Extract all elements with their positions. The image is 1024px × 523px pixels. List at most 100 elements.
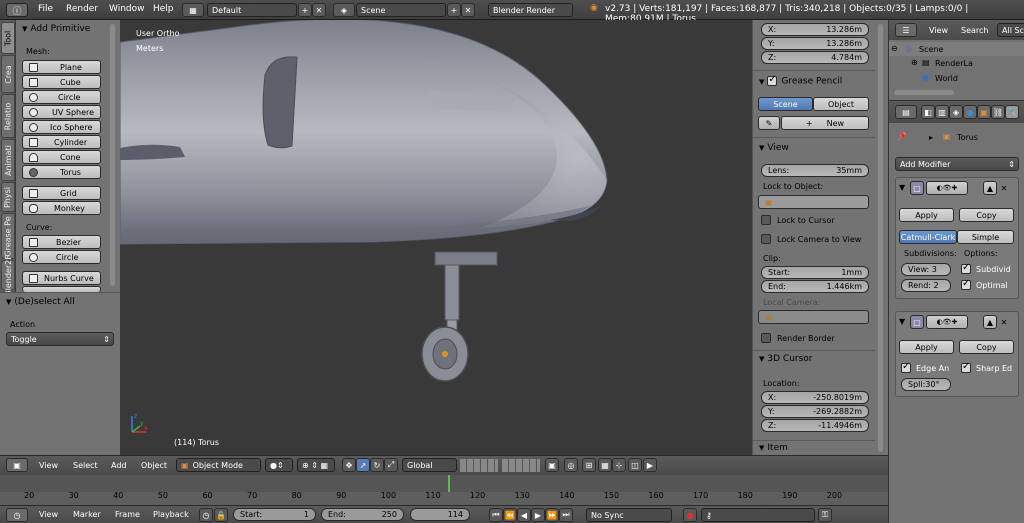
object-tab-icon[interactable]: ▣ [977, 105, 991, 119]
marker-menu[interactable]: Marker [73, 510, 101, 519]
catmull-clark-button[interactable]: Catmull-Clark [899, 230, 957, 244]
play-icon[interactable]: ▶ [531, 508, 545, 522]
outliner-display-select[interactable]: All Sc [997, 23, 1024, 37]
subsurf-name-field[interactable]: ◐👁✚ [926, 181, 968, 195]
select-menu[interactable]: Select [73, 461, 98, 470]
subsurf-copy-button[interactable]: Copy [959, 208, 1014, 222]
tab-physics[interactable]: Physi [1, 182, 15, 212]
preview-range-icon[interactable]: ◷ [199, 508, 213, 522]
manipulator-icon[interactable]: ✥ [342, 458, 356, 472]
keying-set-field[interactable]: ⚷ [701, 508, 815, 522]
remove-modifier-icon[interactable]: ✕ [997, 181, 1011, 195]
npanel-scrollbar[interactable] [878, 24, 883, 452]
menu-file[interactable]: File [38, 4, 53, 14]
rotate-icon[interactable]: ↻ [370, 458, 384, 472]
3d-cursor-header[interactable]: ▼ 3D Cursor [759, 354, 813, 364]
view-menu[interactable]: View [39, 461, 58, 470]
info-editor-icon[interactable]: ⓘ [6, 3, 28, 17]
split-angle-field[interactable]: Spli:30° [901, 378, 951, 391]
grease-scene-button[interactable]: Scene [758, 97, 813, 111]
toolshelf-scrollbar[interactable] [110, 24, 115, 286]
grease-object-button[interactable]: Object [813, 97, 869, 111]
add-primitive-header[interactable]: ▼ Add Primitive [22, 24, 90, 34]
scale-icon[interactable]: ⤢ [384, 458, 398, 472]
timeline[interactable]: 20 30 40 50 60 70 80 90 100 110 120 130 140 150 160 170… [0, 475, 888, 505]
render-border-checkbox[interactable] [761, 333, 771, 343]
outliner-scrollbar[interactable] [894, 90, 954, 95]
add-scene-icon[interactable]: + [447, 3, 461, 17]
simple-button[interactable]: Simple [957, 230, 1014, 244]
lock-object-field[interactable]: ▣ [758, 195, 869, 209]
timeline-editor-icon[interactable]: ◷ [6, 508, 28, 522]
scene-icon[interactable]: ◈ [333, 3, 355, 17]
close-scene-icon[interactable]: ✕ [461, 3, 475, 17]
add-grid-button[interactable]: Grid [22, 186, 101, 200]
subdiv-render-field[interactable]: Rend: 2 [901, 279, 951, 292]
edgesplit-move-icon[interactable]: ▲ [983, 315, 997, 329]
operator-header[interactable]: ▼ (De)select All [6, 297, 75, 307]
add-curve-circle-button[interactable]: Circle [22, 250, 101, 264]
tab-relations[interactable]: Relatio [1, 94, 15, 138]
transform-x-field[interactable]: X: 13.286m [761, 23, 869, 36]
item-header[interactable]: ▼ Item [759, 443, 788, 453]
lens-field[interactable]: Lens: 35mm [761, 164, 869, 177]
transform-z-field[interactable]: Z: 4.784m [761, 51, 869, 64]
cursor-x-field[interactable]: X: -250.8019m [761, 391, 869, 404]
sync-select[interactable]: No Sync [586, 508, 672, 522]
frame-menu[interactable]: Frame [115, 510, 140, 519]
proportional-edit-icon[interactable]: ◎ [564, 458, 578, 472]
layers-grid-2[interactable] [502, 459, 540, 472]
action-select[interactable]: Toggle [6, 332, 114, 346]
tab-grease-pencil[interactable]: Grease Pe [1, 213, 15, 259]
add-cylinder-button[interactable]: Cylinder [22, 135, 101, 149]
add-uv-sphere-button[interactable]: UV Sphere [22, 105, 101, 119]
local-camera-field[interactable]: ▣ [758, 310, 869, 324]
clip-start-field[interactable]: Start: 1mm [761, 266, 869, 279]
render-engine-select[interactable]: Blender Render [488, 3, 573, 17]
insert-keyframe-icon[interactable]: ⚿ [818, 508, 832, 522]
outliner-menu-search[interactable]: Search [961, 26, 988, 35]
add-monkey-button[interactable]: Monkey [22, 201, 101, 215]
start-frame-field[interactable]: Start: 1 [233, 508, 316, 521]
add-torus-button[interactable]: Torus [22, 165, 101, 179]
pencil-icon[interactable]: ✎ [758, 116, 780, 130]
object-menu[interactable]: Object [141, 461, 167, 470]
subdiv-view-field[interactable]: View: 3 [901, 263, 951, 276]
tab-create[interactable]: Crea [1, 55, 15, 93]
clip-end-field[interactable]: End: 1.446km [761, 280, 869, 293]
layout-select[interactable]: Default [207, 3, 297, 17]
lock-to-cursor-checkbox[interactable] [761, 215, 771, 225]
render-tab-icon[interactable]: ◧ [921, 105, 935, 119]
snap-element-icon[interactable]: ⊹ [612, 458, 626, 472]
subdivide-uvs-checkbox[interactable] [961, 262, 971, 274]
transform-y-field[interactable]: Y: 13.286m [761, 37, 869, 50]
tab-blender2f[interactable]: Blender2F [1, 255, 15, 295]
translate-icon[interactable]: ↗ [356, 458, 370, 472]
tab-tools[interactable]: Tool [1, 22, 15, 54]
jump-keyframe-back-icon[interactable]: ⏪ [503, 508, 517, 522]
menu-help[interactable]: Help [153, 4, 174, 14]
current-frame-marker[interactable] [448, 475, 450, 492]
render-layers-tab-icon[interactable]: ▥ [935, 105, 949, 119]
view-panel-header[interactable]: ▼ View [759, 143, 789, 153]
add-cone-button[interactable]: Cone [22, 150, 101, 164]
jump-start-icon[interactable]: ⏮ [489, 508, 503, 522]
add-cube-button[interactable]: Cube [22, 75, 101, 89]
outliner-menu-view[interactable]: View [929, 26, 948, 35]
scene-select[interactable]: Scene [356, 3, 446, 17]
modifiers-tab-icon[interactable]: 🔧 [1005, 105, 1019, 119]
add-bezier-button[interactable]: Bezier [22, 235, 101, 249]
optimal-display-checkbox[interactable] [961, 278, 971, 290]
scene-tab-icon[interactable]: ◈ [949, 105, 963, 119]
tab-animation[interactable]: Animati [1, 139, 15, 181]
grease-new-button[interactable]: + New [781, 116, 869, 130]
menu-window[interactable]: Window [109, 4, 145, 14]
render-anim-icon[interactable]: ▶ [643, 458, 657, 472]
edgesplit-copy-button[interactable]: Copy [959, 340, 1014, 354]
layer-lock-icon[interactable]: ▣ [545, 458, 559, 472]
sharp-edges-checkbox[interactable] [961, 361, 971, 373]
shading-select[interactable]: ●⇕ [265, 458, 293, 472]
playback-menu[interactable]: Playback [153, 510, 189, 519]
edgesplit-name-field[interactable]: ◐👁✚ [926, 315, 968, 329]
menu-render[interactable]: Render [66, 4, 98, 14]
